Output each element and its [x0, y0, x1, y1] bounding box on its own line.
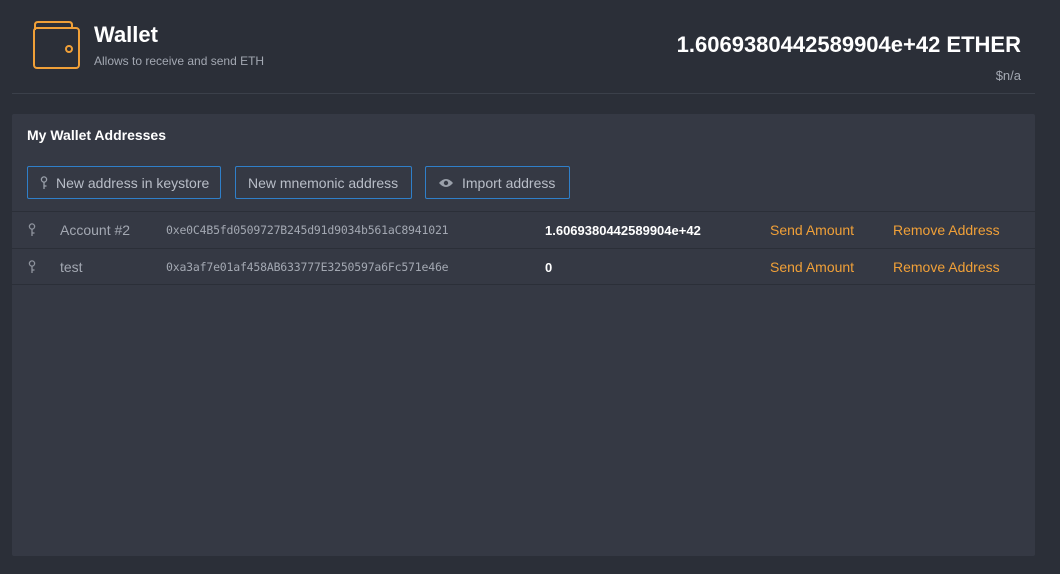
account-address: 0xe0C4B5fd0509727B245d91d9034b561aC89410…	[166, 223, 449, 237]
fiat-balance: $n/a	[995, 68, 1021, 83]
new-keystore-address-label: New address in keystore	[56, 174, 210, 191]
total-balance: 1.6069380442589904e+42 ETHER	[676, 32, 1021, 57]
account-name: Account #2	[60, 222, 131, 238]
key-icon	[40, 175, 48, 190]
eye-icon	[438, 178, 454, 188]
remove-address-link[interactable]: Remove Address	[893, 212, 1000, 248]
wallet-addresses-panel: My Wallet Addresses New address in keyst…	[12, 114, 1035, 556]
import-address-label: Import address	[462, 174, 556, 191]
account-name: test	[60, 259, 83, 275]
table-row: test 0xa3af7e01af458AB633777E3250597a6Fc…	[12, 248, 1035, 285]
wallet-icon	[33, 21, 80, 69]
account-address: 0xa3af7e01af458AB633777E3250597a6Fc571e4…	[166, 260, 449, 274]
account-balance: 1.6069380442589904e+42	[545, 222, 701, 238]
account-balance: 0	[545, 259, 553, 275]
wallet-header: Wallet Allows to receive and send ETH 1.…	[12, 0, 1035, 94]
send-amount-link[interactable]: Send Amount	[770, 212, 854, 248]
remove-address-link[interactable]: Remove Address	[893, 249, 1000, 285]
panel-title: My Wallet Addresses	[27, 127, 167, 143]
key-icon	[28, 212, 36, 248]
page-subtitle: Allows to receive and send ETH	[94, 54, 265, 68]
page-title: Wallet	[94, 22, 158, 47]
table-row: Account #2 0xe0C4B5fd0509727B245d91d9034…	[12, 211, 1035, 248]
send-amount-link[interactable]: Send Amount	[770, 249, 854, 285]
key-icon	[28, 249, 36, 285]
new-mnemonic-address-button[interactable]: New mnemonic address	[235, 166, 412, 199]
new-mnemonic-address-label: New mnemonic address	[248, 174, 399, 191]
accounts-table: Account #2 0xe0C4B5fd0509727B245d91d9034…	[12, 211, 1035, 285]
import-address-button[interactable]: Import address	[425, 166, 570, 199]
new-keystore-address-button[interactable]: New address in keystore	[27, 166, 221, 199]
